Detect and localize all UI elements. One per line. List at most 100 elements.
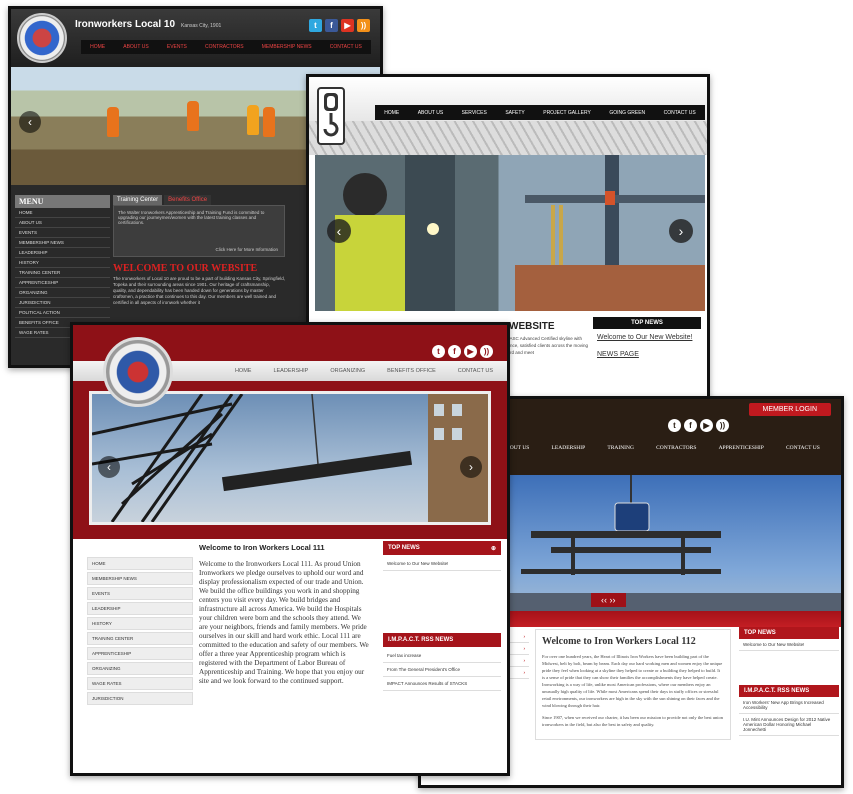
youtube-icon[interactable]: ▶: [464, 345, 477, 359]
tab-text: The Walter Ironworkers Apprenticeship an…: [118, 210, 265, 225]
facebook-icon[interactable]: f: [325, 19, 338, 33]
crane-hook-logo[interactable]: [317, 87, 345, 145]
worker-figure: [107, 107, 119, 137]
nav-going-green[interactable]: GOING GREEN: [609, 110, 645, 116]
top-news-title: TOP NEWS ⊕: [383, 541, 501, 555]
nav-leadership[interactable]: LEADERSHIP: [273, 368, 308, 374]
rss-link[interactable]: IMPACT Announces Results of STACKS: [383, 677, 501, 691]
welcome-text: is an ASC Advanced Certified skyline wit…: [499, 336, 589, 355]
tab-panel: The Walter Ironworkers Apprenticeship an…: [113, 205, 285, 257]
menu-item[interactable]: ORGANIZING: [15, 288, 110, 298]
news-link[interactable]: Welcome to Our New Website!: [593, 329, 701, 346]
top-news-title: TOP NEWS: [739, 627, 839, 639]
rss-news-title: I.M.P.A.C.T. RSS NEWS: [383, 633, 501, 647]
rss-link[interactable]: Fuel tax increase: [383, 649, 501, 663]
menu-item[interactable]: ORGANIZING: [87, 662, 193, 675]
tab-training-center[interactable]: Training Center: [113, 195, 163, 205]
twitter-icon[interactable]: t: [309, 19, 322, 33]
tab-benefits-office[interactable]: Benefits Office: [164, 195, 212, 205]
facebook-icon[interactable]: f: [684, 419, 697, 433]
search-icon[interactable]: ⊕: [491, 545, 496, 552]
nav-benefits-office[interactable]: BENEFITS OFFICE: [387, 368, 436, 374]
rss-icon[interactable]: )): [716, 419, 729, 433]
nav-contractors[interactable]: CONTRACTORS: [205, 44, 244, 50]
nav-contact[interactable]: CONTACT US: [664, 110, 696, 116]
nav-training[interactable]: TRAINING: [607, 445, 634, 451]
worker-figure: [263, 107, 275, 137]
union-logo[interactable]: [17, 13, 67, 63]
nav-contractors[interactable]: CONTRACTORS: [656, 445, 696, 451]
menu-item[interactable]: EVENTS: [15, 228, 110, 238]
rss-link[interactable]: I.U. Mint Announces Design for 2012 Nati…: [739, 714, 839, 736]
body-paragraph: For over one hundred years, the Heart of…: [542, 654, 723, 708]
slider-controls[interactable]: ‹‹ ››: [591, 593, 626, 607]
hero-slider[interactable]: ‹ ›: [89, 391, 491, 525]
rss-icon[interactable]: )): [357, 19, 370, 33]
more-info-link[interactable]: Click Here for More Information: [215, 247, 278, 252]
nav-about[interactable]: ABOUT US: [123, 44, 148, 50]
menu-item[interactable]: HISTORY: [15, 258, 110, 268]
nav-contact[interactable]: CONTACT US: [786, 445, 820, 451]
slider-prev-icon[interactable]: ‹: [327, 219, 351, 243]
menu-item[interactable]: HOME: [15, 208, 110, 218]
rss-link[interactable]: From The General President's Office: [383, 663, 501, 677]
menu-item[interactable]: POLITICAL ACTION: [15, 308, 110, 318]
member-login-button[interactable]: MEMBER LOGIN: [748, 403, 831, 416]
menu-item[interactable]: MEMBERSHIP NEWS: [15, 238, 110, 248]
menu-item[interactable]: WAGE RATES: [87, 677, 193, 690]
hero-slider[interactable]: ‹ ›: [315, 155, 705, 311]
nav-leadership[interactable]: LEADERSHIP: [552, 445, 586, 451]
menu-item[interactable]: HISTORY: [87, 617, 193, 630]
rss-icon[interactable]: )): [480, 345, 493, 359]
news-link[interactable]: NEWS PAGE: [593, 346, 701, 363]
nav-home[interactable]: HOME: [90, 44, 105, 50]
menu-item[interactable]: APPRENTICESHIP: [87, 647, 193, 660]
menu-item[interactable]: TRAINING CENTER: [87, 632, 193, 645]
menu-item[interactable]: LEADERSHIP: [87, 602, 193, 615]
facebook-icon[interactable]: f: [448, 345, 461, 359]
slider-prev-icon[interactable]: ‹: [98, 456, 120, 478]
menu-item[interactable]: ABOUT US: [15, 218, 110, 228]
rss-link[interactable]: Iron Workers' New App Brings Increased A…: [739, 697, 839, 714]
twitter-icon[interactable]: t: [668, 419, 681, 433]
news-link[interactable]: Welcome to Our New Website!: [383, 557, 501, 571]
menu-item[interactable]: MEMBERSHIP NEWS: [87, 572, 193, 585]
slider-next-icon[interactable]: ›: [460, 456, 482, 478]
steel-banner: [309, 121, 707, 155]
menu-item[interactable]: HOME: [87, 557, 193, 570]
nav-safety[interactable]: SAFETY: [505, 110, 524, 116]
page-heading: Welcome to Iron Workers Local 112: [542, 636, 696, 647]
youtube-icon[interactable]: ▶: [700, 419, 713, 433]
main-nav: HOME ABOUT US SERVICES SAFETY PROJECT GA…: [375, 105, 705, 120]
nav-home[interactable]: HOME: [384, 110, 399, 116]
nav-events[interactable]: EVENTS: [167, 44, 187, 50]
menu-item[interactable]: LEADERSHIP: [15, 248, 110, 258]
nav-project-gallery[interactable]: PROJECT GALLERY: [543, 110, 591, 116]
union-logo[interactable]: [103, 337, 173, 407]
body-paragraph: Since 1907, when we received our charter…: [542, 715, 724, 727]
right-sidebar: TOP NEWS ⊕ Welcome to Our New Website! I.…: [383, 541, 501, 691]
nav-home[interactable]: HOME: [235, 368, 252, 374]
menu-item[interactable]: JURISDICTION: [15, 298, 110, 308]
nav-membership-news[interactable]: MEMBERSHIP NEWS: [262, 44, 312, 50]
news-link[interactable]: Welcome to Our New Website!: [739, 639, 839, 651]
menu-item[interactable]: TRAINING CENTER: [15, 268, 110, 278]
nav-contact[interactable]: CONTACT US: [458, 368, 493, 374]
menu-item[interactable]: APPRENTICESHIP: [15, 278, 110, 288]
top-news-panel: TOP NEWS Welcome to Our New Website! NEW…: [593, 317, 701, 363]
welcome-text: The Ironworkers of Local 10 are proud to…: [113, 276, 286, 305]
nav-apprenticeship[interactable]: APPRENTICESHIP: [719, 445, 764, 451]
slider-prev-icon[interactable]: ‹: [19, 111, 41, 133]
slider-next-icon[interactable]: ›: [669, 219, 693, 243]
menu-item[interactable]: EVENTS: [87, 587, 193, 600]
nav-contact[interactable]: CONTACT US: [330, 44, 362, 50]
twitter-icon[interactable]: t: [432, 345, 445, 359]
welcome-heading: WELCOME TO OUR WEBSITE: [113, 263, 258, 274]
social-icons: t f ▶)): [306, 17, 370, 35]
menu-item[interactable]: JURISDICTION: [87, 692, 193, 705]
youtube-icon[interactable]: ▶: [341, 19, 354, 33]
nav-about[interactable]: ABOUT US: [418, 110, 443, 116]
sidebar-menu: HOME MEMBERSHIP NEWS EVENTS LEADERSHIP H…: [87, 557, 193, 707]
nav-services[interactable]: SERVICES: [462, 110, 487, 116]
nav-organizing[interactable]: ORGANIZING: [330, 368, 365, 374]
